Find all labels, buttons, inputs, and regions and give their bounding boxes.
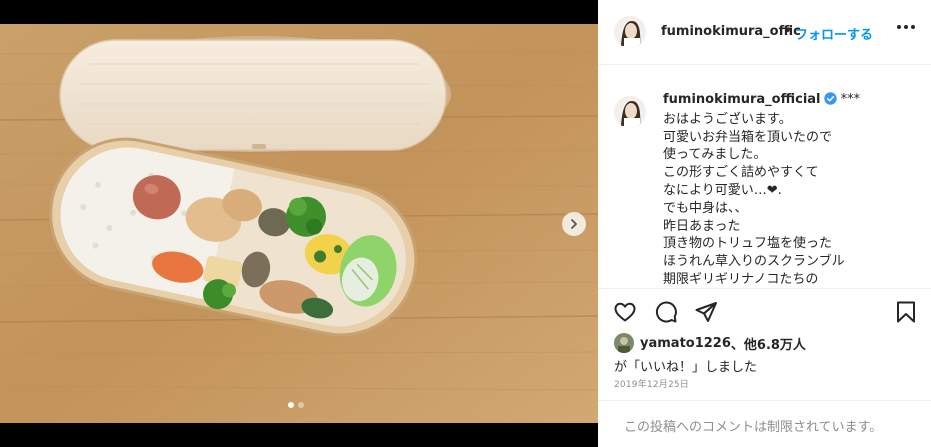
caption-author-avatar[interactable]: [614, 96, 646, 128]
caption-line: 期限ギリギリナノコたちの: [663, 271, 819, 287]
carousel-next-button[interactable]: [562, 212, 586, 236]
caption-line: 頂き物のトリュフ塩を使った: [663, 236, 833, 252]
liker-avatar[interactable]: [614, 333, 634, 353]
follow-button[interactable]: フォローする: [795, 24, 873, 43]
more-options-button[interactable]: [897, 25, 915, 29]
post-media: [0, 0, 598, 447]
carousel-dot-1: [288, 402, 294, 408]
action-bar: [598, 288, 931, 333]
author-avatar-image: [614, 16, 646, 48]
verified-badge-icon: [823, 92, 837, 111]
chevron-right-icon: [571, 219, 577, 229]
caption-username[interactable]: fuminokimura_official: [663, 92, 821, 107]
bento-image: [0, 24, 598, 423]
caption-line: おはようございます。: [663, 111, 792, 127]
caption-line: なにより可愛い…❤︎.: [663, 182, 782, 198]
bento-photo: [0, 24, 598, 423]
header-separator: •: [784, 24, 792, 39]
likes-count[interactable]: 、他6.8万人: [731, 334, 806, 353]
caption-line: 昨日あまった: [663, 218, 741, 234]
caption-author-avatar-image: [614, 96, 646, 128]
caption-line: でも中身は、、: [663, 200, 748, 216]
like-button[interactable]: [613, 300, 637, 328]
save-button[interactable]: [894, 300, 918, 328]
more-dot: [904, 25, 908, 29]
more-dot: [897, 25, 901, 29]
more-dot: [911, 25, 915, 29]
caption-text: fuminokimura_official *** おはようございます。 可愛い…: [663, 91, 923, 288]
carousel-dot-2: [298, 402, 304, 408]
caption-line: この形すごく詰めやすくて: [663, 165, 819, 181]
heart-icon: [614, 302, 636, 322]
comment-icon: [655, 301, 677, 323]
comment-button[interactable]: [654, 300, 678, 328]
caption-heading: fuminokimura_official ***: [663, 91, 923, 111]
comments-disabled-notice: この投稿へのコメントは制限されています。: [598, 400, 931, 447]
post-side-panel: fuminokimura_offic • フォローする fuminokimura…: [598, 0, 931, 447]
author-avatar[interactable]: [614, 16, 646, 48]
likes-suffix: が「いいね！」しました: [614, 360, 758, 375]
liker-avatar-image: [614, 333, 634, 353]
caption-line: ほうれん草入りのスクランブル: [663, 254, 845, 270]
post-date[interactable]: 2019年12月25日: [614, 377, 689, 390]
liker-username[interactable]: yamato1226: [640, 336, 731, 351]
paper-plane-icon: [695, 302, 717, 322]
caption-stars: ***: [840, 92, 861, 107]
bookmark-icon: [897, 301, 915, 323]
header-username[interactable]: fuminokimura_offic: [661, 24, 801, 39]
share-button[interactable]: [694, 300, 718, 328]
likes-summary: yamato1226 、他6.8万人 が「いいね！」しました: [614, 333, 924, 375]
caption-line: 使ってみました。: [663, 147, 767, 163]
caption-area: fuminokimura_official *** おはようございます。 可愛い…: [598, 66, 931, 288]
caption-line: 可愛いお弁当箱を頂いたので: [663, 129, 833, 145]
post-header: fuminokimura_offic • フォローする: [598, 0, 931, 65]
carousel-indicator: [288, 402, 304, 408]
